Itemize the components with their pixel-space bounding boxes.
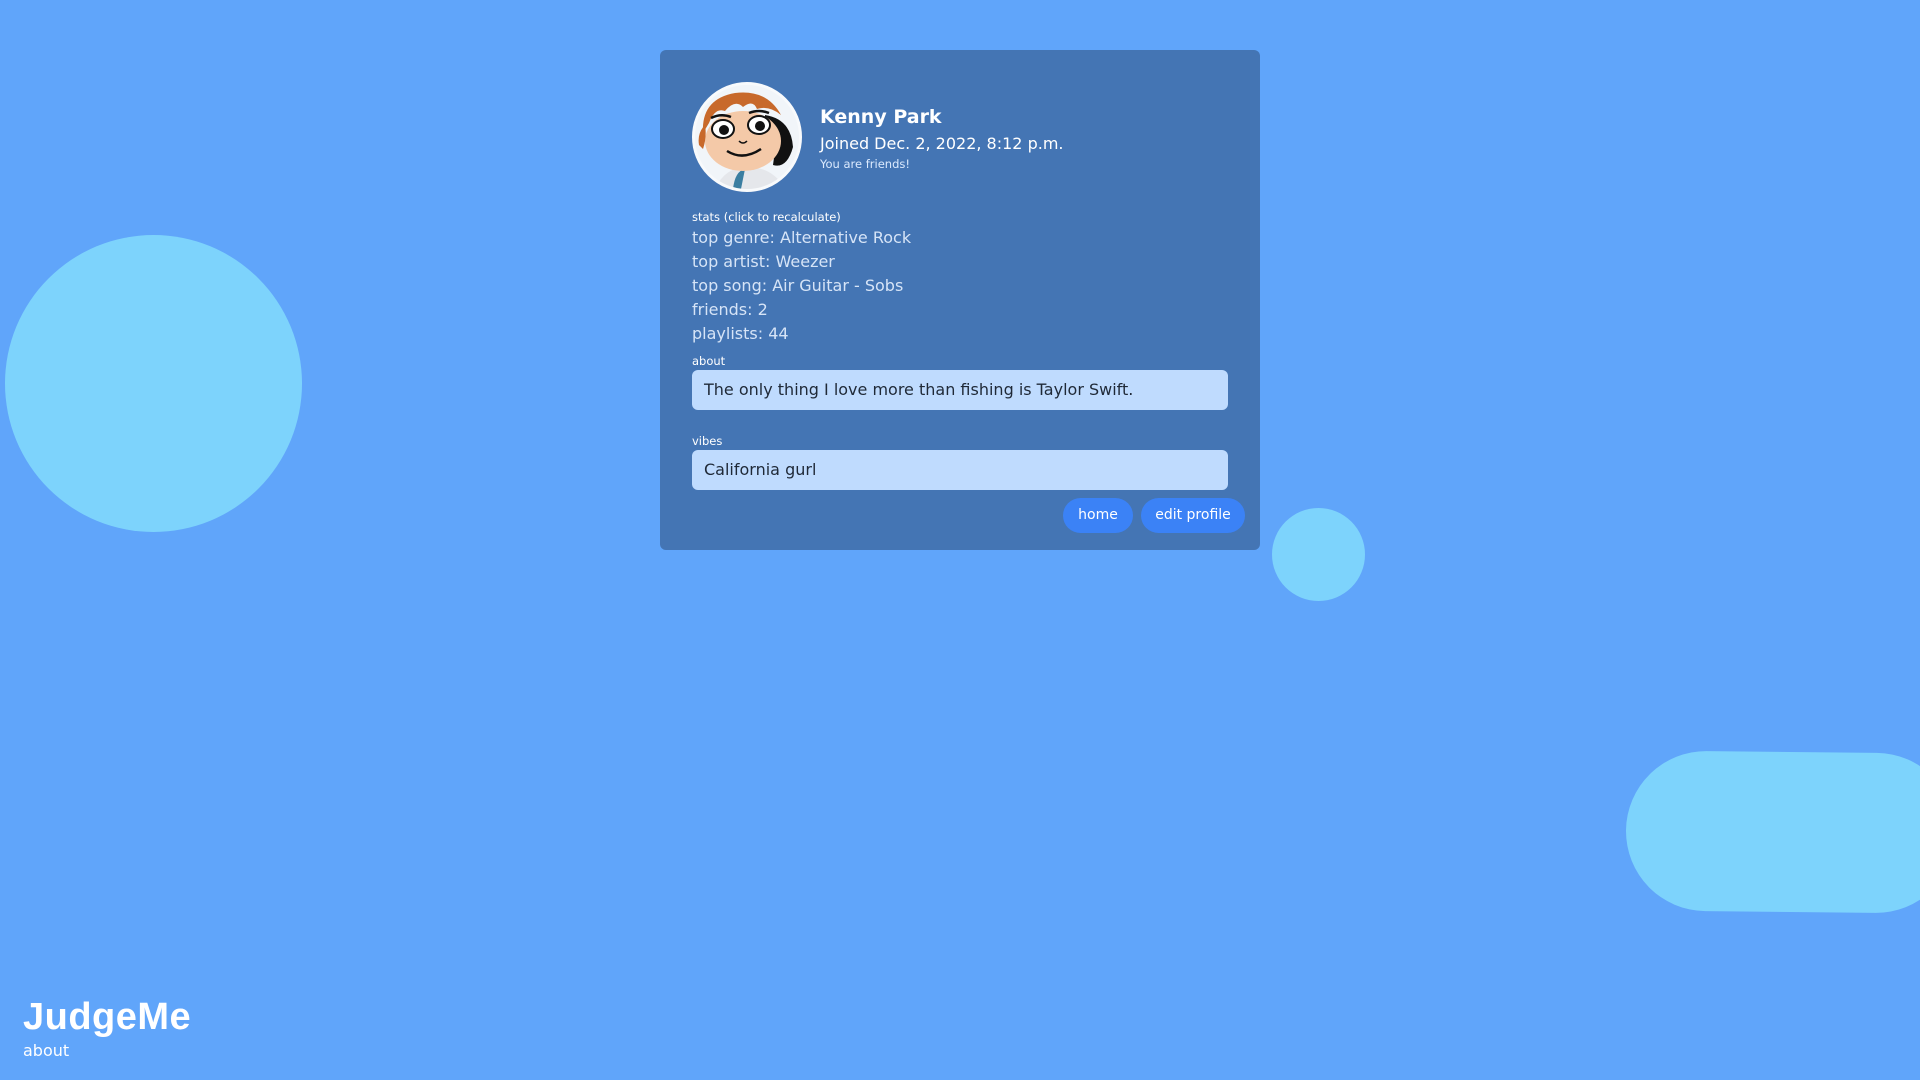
cartoon-avatar-icon <box>695 85 799 189</box>
decorative-pill-shape <box>1625 750 1920 914</box>
joined-date: Joined Dec. 2, 2022, 8:12 p.m. <box>820 134 1064 153</box>
stat-top-genre: top genre: Alternative Rock <box>692 228 912 247</box>
edit-profile-button[interactable]: edit profile <box>1141 498 1245 533</box>
stats-recalculate-link[interactable]: stats (click to recalculate) <box>692 210 841 224</box>
about-field[interactable]: The only thing I love more than fishing … <box>692 370 1228 410</box>
stat-top-artist: top artist: Weezer <box>692 252 835 271</box>
decorative-circle-left <box>5 235 302 532</box>
profile-name: Kenny Park <box>820 106 942 128</box>
avatar <box>692 82 802 192</box>
decorative-circle-small <box>1272 508 1365 601</box>
vibes-label: vibes <box>692 434 723 448</box>
vibes-field[interactable]: California gurl <box>692 450 1228 490</box>
brand-logo[interactable]: JudgeMe <box>23 996 191 1039</box>
home-button[interactable]: home <box>1063 498 1133 533</box>
stat-top-song: top song: Air Guitar - Sobs <box>692 276 904 295</box>
stat-playlists: playlists: 44 <box>692 324 789 343</box>
friend-status: You are friends! <box>820 157 910 171</box>
footer-about-link[interactable]: about <box>23 1041 69 1060</box>
about-label: about <box>692 354 726 368</box>
stat-friends: friends: 2 <box>692 300 768 319</box>
stats-list: top genre: Alternative Rock top artist: … <box>692 226 911 346</box>
profile-card: Kenny Park Joined Dec. 2, 2022, 8:12 p.m… <box>660 50 1260 550</box>
